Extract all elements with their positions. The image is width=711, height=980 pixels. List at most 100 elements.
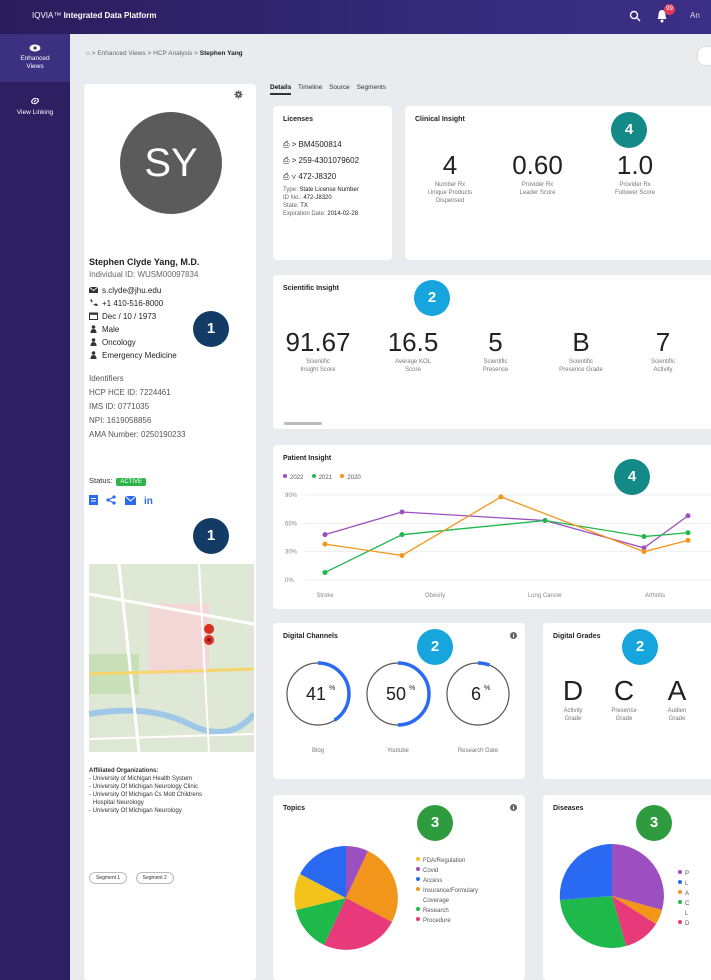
license-id-value: 472-J8320 bbox=[303, 195, 332, 201]
info-icon[interactable] bbox=[510, 632, 517, 639]
corner-button[interactable] bbox=[697, 46, 711, 66]
ims-value: 0771035 bbox=[117, 402, 150, 411]
sidebar-item-view-linking[interactable]: View Linking bbox=[0, 96, 70, 126]
data-point[interactable] bbox=[498, 494, 504, 500]
y-tick-label: 60% bbox=[285, 521, 298, 527]
app-title: IQVIA™ Integrated Data Platform bbox=[32, 11, 157, 20]
legend-item: Covid bbox=[416, 866, 478, 876]
segment-chip[interactable]: Segment 2 bbox=[135, 872, 174, 884]
metric-label: Average KOL bbox=[395, 359, 431, 365]
profile-card: SY Stephen Clyde Yang, M.D. Individual I… bbox=[84, 84, 256, 980]
gear-icon[interactable] bbox=[234, 90, 243, 99]
email-icon[interactable] bbox=[124, 495, 137, 505]
data-point[interactable] bbox=[322, 532, 328, 538]
sidebar: Enhanced Views View Linking bbox=[0, 34, 70, 980]
info-icon[interactable] bbox=[510, 804, 517, 811]
specialty-text: Emergency Medicine bbox=[102, 351, 177, 360]
eye-icon bbox=[29, 44, 41, 52]
search-icon[interactable] bbox=[629, 10, 641, 22]
license-item[interactable]: ⎙ ∨ 472-J8320 bbox=[283, 172, 336, 182]
segment-chip[interactable]: Segment 1 bbox=[89, 872, 128, 884]
metric-label: Presence Grade bbox=[559, 367, 603, 373]
detail-tabs: Details Timeline Source Segments bbox=[270, 84, 391, 95]
metric-value: 91.67 bbox=[285, 327, 351, 357]
breadcrumb-separator: > bbox=[147, 50, 152, 57]
channel-donut: 6% Research Gate bbox=[443, 659, 513, 754]
breadcrumb-hcp-analysis[interactable]: HCP Analysis bbox=[153, 50, 192, 57]
social-links: in bbox=[89, 492, 155, 510]
ama-number: AMA Number: 0250190233 bbox=[89, 430, 186, 439]
data-point[interactable] bbox=[542, 518, 548, 523]
data-point[interactable] bbox=[322, 541, 328, 547]
data-point[interactable] bbox=[641, 549, 647, 555]
sidebar-item-enhanced-views[interactable]: Enhanced Views bbox=[0, 34, 70, 82]
data-point[interactable] bbox=[641, 534, 647, 540]
legend-item: D bbox=[678, 919, 689, 929]
tab-segments[interactable]: Segments bbox=[357, 84, 386, 91]
affiliation-item: - University Of Michigan Neurology bbox=[89, 808, 182, 814]
affiliation-item: - University Of Michigan Cs Mott Childre… bbox=[89, 792, 203, 798]
data-point[interactable] bbox=[322, 569, 328, 575]
affiliated-organizations: Affiliated Organizations: - University o… bbox=[89, 767, 254, 815]
document-icon[interactable] bbox=[89, 495, 98, 505]
series-line-2021 bbox=[324, 519, 689, 574]
clinical-metric: 1.0 Provider Rx Follower Score bbox=[601, 150, 669, 197]
data-point[interactable] bbox=[685, 513, 691, 519]
tab-timeline[interactable]: Timeline bbox=[298, 84, 322, 91]
license-item[interactable]: ⎙ > BM4500814 bbox=[283, 140, 342, 150]
legend-label: C bbox=[685, 901, 690, 907]
y-tick-label: 0% bbox=[285, 578, 294, 584]
x-tick-label: Obesity bbox=[425, 593, 445, 599]
legend-label: Insurance/Formulary bbox=[423, 888, 479, 894]
license-icon: ⎙ bbox=[283, 140, 292, 149]
tab-details[interactable]: Details bbox=[270, 84, 292, 95]
location-map[interactable] bbox=[89, 564, 254, 752]
tab-source[interactable]: Source bbox=[329, 84, 350, 91]
legend-label: A bbox=[685, 891, 690, 897]
segment-chips: Segment 1 Segment 2 bbox=[89, 866, 178, 884]
breadcrumb-enhanced-views[interactable]: Enhanced Views bbox=[97, 50, 145, 57]
clinical-title: Clinical Insight bbox=[415, 116, 465, 123]
specialty-row: Oncology bbox=[89, 338, 136, 347]
digital-channels-title: Digital Channels bbox=[283, 633, 338, 640]
topics-pie-chart bbox=[294, 846, 398, 950]
user-name[interactable]: An bbox=[690, 11, 700, 20]
phone-row[interactable]: +1 410-516-8000 bbox=[89, 299, 163, 308]
patient-line-chart: 0% 30% 60% 90% Stroke Obesity Lung Cancer Arthr… bbox=[285, 493, 711, 599]
donut-label: Blog bbox=[311, 748, 324, 754]
series-line-2020 bbox=[324, 496, 689, 557]
grade-value: D bbox=[562, 675, 584, 706]
metric-value: 7 bbox=[655, 327, 671, 357]
metric-value: 1.0 bbox=[616, 150, 654, 180]
scientific-insight-card: Scientific Insight 91.67 Scientific Insi… bbox=[273, 275, 711, 429]
x-tick-label: Stroke bbox=[316, 593, 334, 599]
license-icon: ⎙ bbox=[283, 172, 292, 181]
email-row[interactable]: s.clyde@jhu.edu bbox=[89, 286, 161, 295]
data-point[interactable] bbox=[399, 552, 405, 558]
ims-label: IMS ID: bbox=[89, 402, 116, 411]
grade-item: A Audien Grade bbox=[651, 675, 703, 723]
metric-label: Presence bbox=[482, 367, 509, 373]
license-item[interactable]: ⎙ > 259-4301079602 bbox=[283, 156, 359, 166]
affiliated-title: Affiliated Organizations: bbox=[89, 768, 159, 774]
license-icon: ⎙ bbox=[283, 156, 292, 165]
grade-item: D Activity Grade bbox=[553, 675, 593, 723]
license-id: ID No.: 472-J8320 bbox=[283, 194, 332, 202]
license-state-value: TX bbox=[300, 203, 308, 209]
legend-label: L bbox=[685, 881, 689, 887]
metric-label: Provider Rx bbox=[619, 182, 651, 188]
ama-value: 0250190233 bbox=[141, 430, 186, 439]
ims-id: IMS ID: 0771035 bbox=[89, 402, 149, 411]
data-point[interactable] bbox=[685, 537, 691, 543]
license-number: > BM4500814 bbox=[291, 140, 342, 149]
callout-badge: 2 bbox=[417, 629, 453, 665]
linkedin-icon[interactable]: in bbox=[144, 495, 155, 507]
data-point[interactable] bbox=[685, 530, 691, 536]
npi-value: 1619058856 bbox=[106, 416, 152, 425]
home-icon[interactable]: ⌂ bbox=[86, 50, 90, 57]
data-point[interactable] bbox=[399, 509, 405, 515]
data-point[interactable] bbox=[399, 532, 405, 538]
gender-text: Male bbox=[102, 325, 120, 334]
horizontal-scrollbar[interactable] bbox=[284, 422, 322, 425]
share-icon[interactable] bbox=[106, 495, 117, 505]
